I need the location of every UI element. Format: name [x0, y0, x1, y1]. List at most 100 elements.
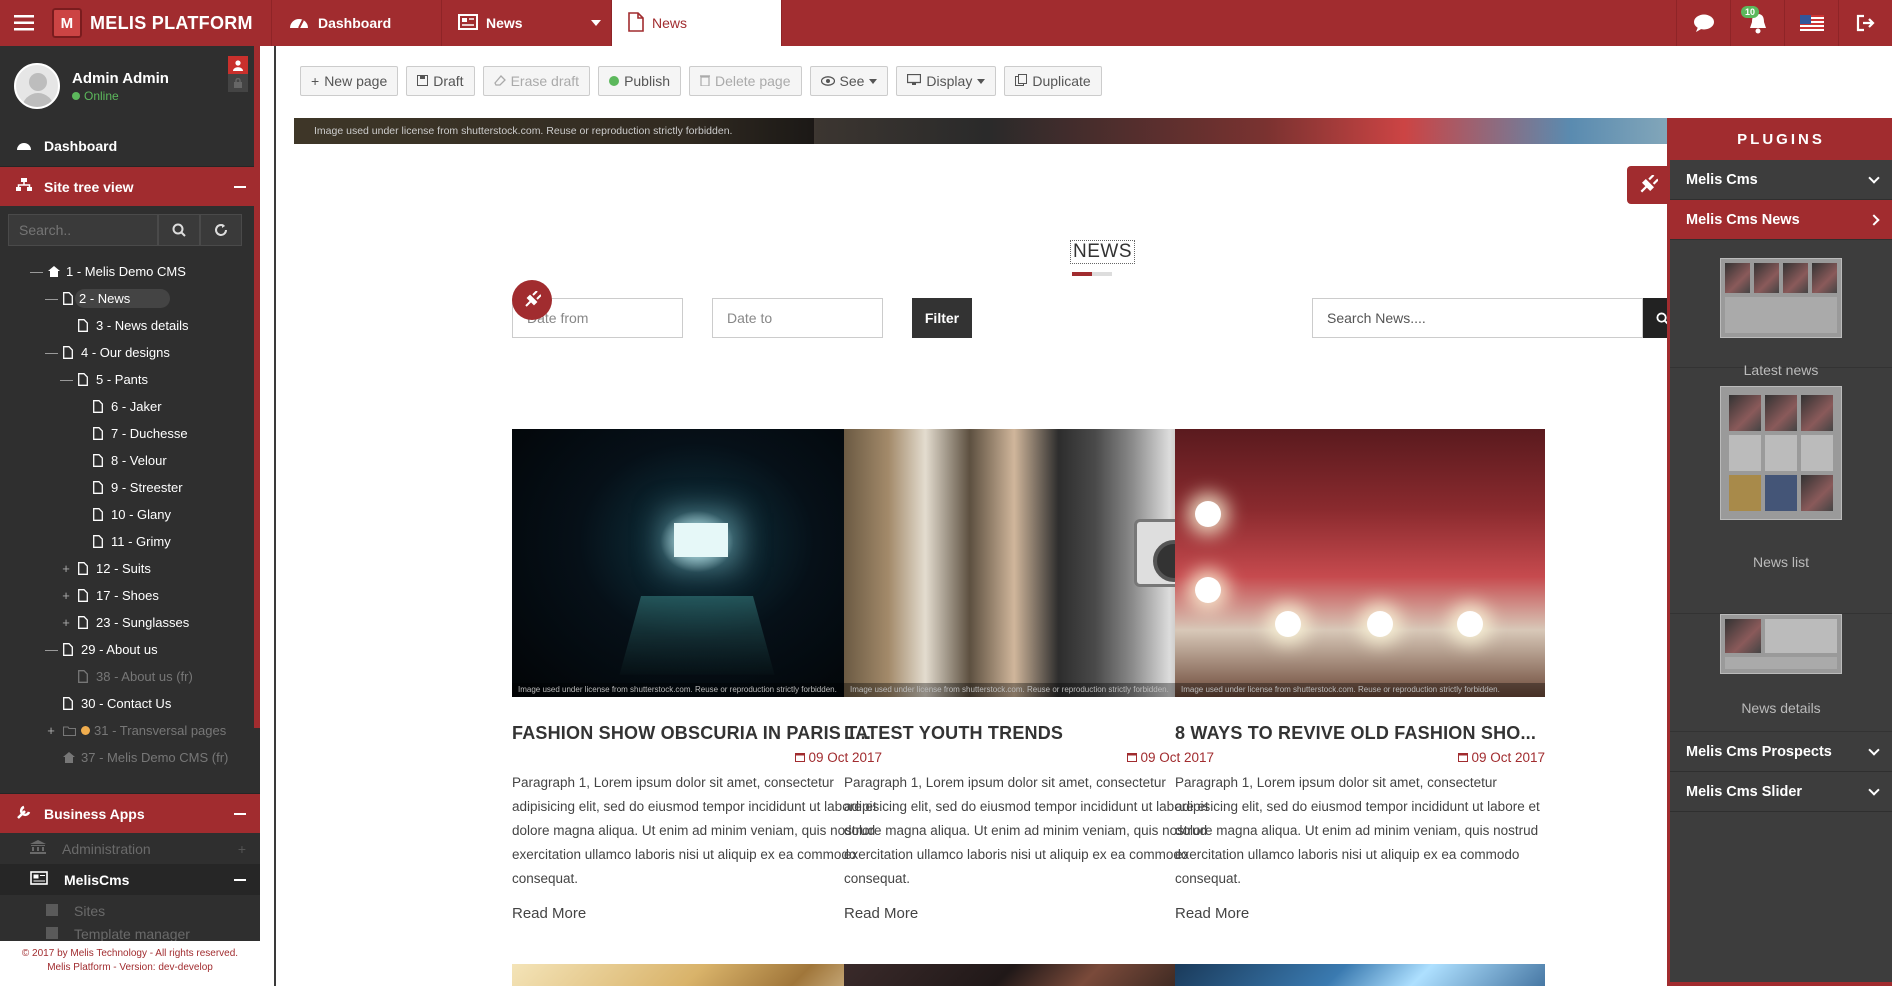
- news-image[interactable]: [1175, 964, 1545, 986]
- tree-node[interactable]: — 4 - Our designs: [0, 339, 260, 366]
- tree-node[interactable]: 7 - Duchesse: [0, 420, 260, 447]
- expand-icon[interactable]: +: [60, 588, 72, 603]
- read-more-link[interactable]: Read More: [1175, 905, 1545, 922]
- plugin-latest-news[interactable]: Latest news: [1670, 240, 1892, 378]
- collapse-icon[interactable]: [234, 878, 246, 881]
- collapse-icon[interactable]: —: [45, 291, 58, 306]
- tree-node[interactable]: +17 - Shoes: [0, 582, 260, 609]
- avatar[interactable]: [14, 63, 60, 109]
- brand[interactable]: M MELIS PLATFORM: [48, 0, 272, 46]
- display-dropdown[interactable]: Display: [896, 66, 997, 96]
- tab-dashboard[interactable]: Dashboard: [272, 0, 442, 46]
- lock-icon[interactable]: [228, 74, 248, 88]
- chat-icon[interactable]: [1676, 0, 1730, 46]
- tab-news-tool[interactable]: News: [442, 0, 612, 46]
- tree-node[interactable]: 9 - Streester: [0, 474, 260, 501]
- tree-node[interactable]: — 29 - About us: [0, 636, 260, 663]
- plugin-thumbnail: [1720, 614, 1842, 674]
- collapse-icon[interactable]: [234, 812, 246, 815]
- collapse-icon[interactable]: [234, 185, 246, 188]
- tree-node[interactable]: +31 - Transversal pages: [0, 717, 260, 744]
- refresh-icon[interactable]: [200, 214, 242, 246]
- new-page-button[interactable]: + New page: [300, 66, 399, 96]
- user-actions: [228, 56, 248, 92]
- news-card: Image used under license from shuttersto…: [1175, 429, 1545, 922]
- chevron-down-icon[interactable]: [591, 20, 601, 26]
- read-more-link[interactable]: Read More: [844, 905, 1214, 922]
- logout-icon[interactable]: [1838, 0, 1892, 46]
- sidebar-item-sites[interactable]: Sites: [0, 895, 260, 926]
- collapse-icon[interactable]: —: [30, 264, 43, 279]
- tree-node[interactable]: 6 - Jaker: [0, 393, 260, 420]
- expand-icon[interactable]: +: [60, 561, 72, 576]
- news-title[interactable]: LATEST YOUTH TRENDS: [844, 723, 1214, 744]
- tree-node[interactable]: 30 - Contact Us: [0, 690, 260, 717]
- news-image[interactable]: Image used under license from shuttersto…: [512, 429, 882, 697]
- read-more-link[interactable]: Read More: [512, 905, 882, 922]
- collapse-icon[interactable]: —: [45, 642, 58, 657]
- tree-node[interactable]: +23 - Sunglasses: [0, 609, 260, 636]
- plugin-group-melis-cms-prospects[interactable]: Melis Cms Prospects: [1670, 732, 1892, 772]
- tree-node[interactable]: 11 - Grimy: [0, 528, 260, 555]
- tree-node[interactable]: 37 - Melis Demo CMS (fr): [0, 744, 260, 771]
- collapse-icon[interactable]: —: [45, 345, 58, 360]
- unpublished-dot-icon: [81, 726, 90, 735]
- search-icon[interactable]: [158, 214, 200, 246]
- collapse-icon[interactable]: —: [60, 372, 73, 387]
- plus-icon: +: [311, 73, 320, 89]
- plugin-group-melis-cms-news[interactable]: Melis Cms News: [1670, 200, 1892, 240]
- tree-node[interactable]: — 1 - Melis Demo CMS: [0, 258, 260, 285]
- search-news-input[interactable]: Search News....: [1312, 298, 1643, 338]
- sidebar-item-meliscms[interactable]: MelisCms: [0, 864, 260, 895]
- plugin-news-list[interactable]: News list: [1670, 368, 1892, 614]
- tree-node[interactable]: — 5 - Pants: [0, 366, 260, 393]
- publish-button[interactable]: Publish: [598, 66, 681, 96]
- news-image[interactable]: [844, 964, 1214, 986]
- tree-node-label: 29 - About us: [81, 642, 158, 657]
- news-image[interactable]: Image used under license from shuttersto…: [844, 429, 1214, 697]
- tree-node-text: 31 - Transversal pages: [94, 723, 227, 738]
- sidebar-item-site-tree[interactable]: Site tree view: [0, 166, 260, 206]
- us-flag-icon[interactable]: [1784, 0, 1838, 46]
- thumb-cell: [1729, 395, 1761, 431]
- plugin-group-melis-cms-slider[interactable]: Melis Cms Slider: [1670, 772, 1892, 812]
- tab-label: News: [652, 15, 688, 31]
- tree-search-input[interactable]: [8, 214, 158, 246]
- menu-toggle-icon[interactable]: [0, 0, 48, 46]
- plugin-group-melis-cms[interactable]: Melis Cms: [1670, 160, 1892, 200]
- tree-node[interactable]: 38 - About us (fr): [0, 663, 260, 690]
- date-to-field[interactable]: Date to: [712, 298, 883, 338]
- user-profile-icon[interactable]: [228, 56, 248, 74]
- news-title[interactable]: FASHION SHOW OBSCURIA IN PARIS T...: [512, 723, 882, 744]
- tree-node[interactable]: 8 - Velour: [0, 447, 260, 474]
- filter-button[interactable]: Filter: [912, 298, 972, 338]
- see-dropdown[interactable]: See: [809, 66, 889, 96]
- news-title[interactable]: 8 WAYS TO REVIVE OLD FASHION SHO...: [1175, 723, 1545, 744]
- draft-button[interactable]: Draft: [406, 66, 475, 96]
- plugin-edit-icon[interactable]: [512, 280, 552, 320]
- expand-icon[interactable]: +: [45, 723, 57, 738]
- expand-icon[interactable]: +: [60, 615, 72, 630]
- delete-page-button[interactable]: Delete page: [688, 66, 802, 96]
- erase-draft-button[interactable]: Erase draft: [482, 66, 591, 96]
- tree-node[interactable]: 10 - Glany: [0, 501, 260, 528]
- tree-node[interactable]: +12 - Suits: [0, 555, 260, 582]
- sidebar-item-label: Template manager: [74, 926, 190, 942]
- tree-node[interactable]: 3 - News details: [0, 312, 260, 339]
- news-image[interactable]: Image used under license from shuttersto…: [1175, 429, 1545, 697]
- plugin-news-details[interactable]: News details: [1670, 614, 1892, 732]
- sidebar-item-business-apps[interactable]: Business Apps: [0, 793, 260, 833]
- page-title[interactable]: NEWS: [1070, 240, 1135, 264]
- sidebar-item-dashboard[interactable]: Dashboard: [0, 126, 260, 166]
- tree-node[interactable]: — 2 - News: [0, 285, 260, 312]
- site-tree: — 1 - Melis Demo CMS — 2 - News 3 - News det…: [0, 254, 260, 771]
- tab-news-page[interactable]: News: [612, 0, 782, 46]
- expand-icon[interactable]: +: [238, 841, 246, 857]
- duplicate-button[interactable]: Duplicate: [1004, 66, 1102, 96]
- calendar-icon: [1127, 750, 1138, 765]
- sidebar-item-administration[interactable]: Administration +: [0, 833, 260, 864]
- page-icon: [63, 291, 75, 306]
- plugins-toggle-icon[interactable]: [1627, 166, 1669, 204]
- notifications-icon[interactable]: 10: [1730, 0, 1784, 46]
- news-image[interactable]: [512, 964, 882, 986]
